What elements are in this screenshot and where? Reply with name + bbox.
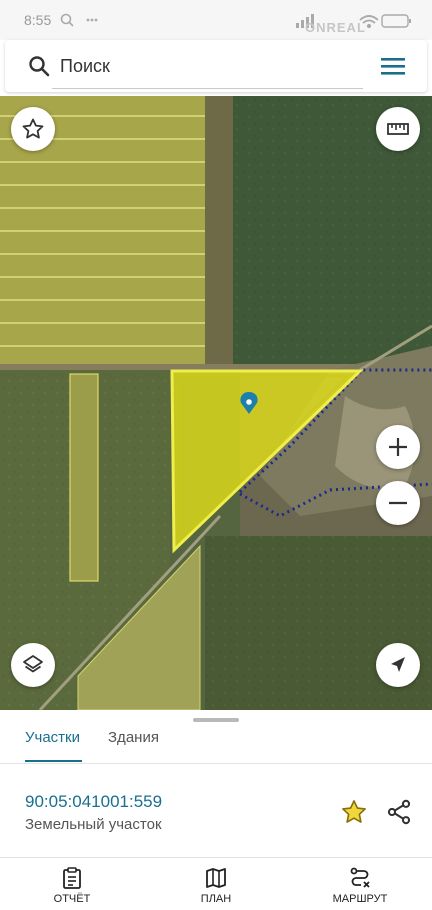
status-left-icons (60, 13, 98, 27)
layers-button[interactable] (11, 643, 55, 687)
share-icon[interactable] (385, 798, 413, 826)
menu-icon[interactable] (379, 54, 407, 78)
my-location-button[interactable] (376, 643, 420, 687)
zoom-out-icon (389, 501, 407, 505)
search-bar (5, 40, 427, 92)
route-icon (350, 867, 370, 888)
layers-icon (23, 655, 43, 673)
navigation-arrow-icon (391, 657, 405, 672)
watermark-logo: ONREAL (305, 20, 366, 35)
ruler-button[interactable] (376, 107, 420, 151)
battery-icon (381, 14, 411, 28)
star-outline-icon (22, 118, 44, 139)
satellite-map[interactable] (0, 96, 432, 710)
status-bar: 8:55 ONREAL (0, 0, 432, 40)
tab-buildings[interactable]: Здания (108, 729, 159, 746)
favorite-star-icon[interactable] (340, 798, 368, 826)
map-plan-icon (206, 868, 226, 888)
more-icon (86, 18, 98, 22)
zoom-in-icon (389, 438, 407, 456)
favorite-button[interactable] (11, 107, 55, 151)
tab-parcels[interactable]: Участки (25, 729, 80, 746)
ruler-icon (387, 123, 409, 135)
parcel-type: Земельный участок (25, 816, 162, 833)
cadastral-number[interactable]: 90:05:041001:559 (25, 792, 162, 812)
active-tab-indicator (25, 760, 82, 762)
search-underline (52, 88, 363, 89)
zoom-in-button[interactable] (376, 425, 420, 469)
nav-route[interactable]: МАРШРУТ (310, 858, 410, 910)
nav-plan[interactable]: ПЛАН (166, 858, 266, 910)
nav-report[interactable]: ОТЧЁТ (22, 858, 122, 910)
nav-route-label: МАРШРУТ (332, 893, 388, 905)
tab-divider (0, 763, 432, 764)
zoom-out-button[interactable] (376, 481, 420, 525)
report-icon (63, 867, 81, 889)
nav-plan-label: ПЛАН (200, 893, 232, 905)
bottom-navigation: ОТЧЁТ ПЛАН МАРШРУТ (0, 857, 432, 910)
search-icon (60, 13, 74, 27)
map-terrain (0, 96, 432, 710)
nav-report-label: ОТЧЁТ (53, 893, 91, 905)
status-time: 8:55 (24, 12, 52, 28)
sheet-drag-handle[interactable] (193, 718, 239, 722)
search-icon[interactable] (27, 54, 51, 78)
search-input[interactable] (60, 50, 365, 82)
